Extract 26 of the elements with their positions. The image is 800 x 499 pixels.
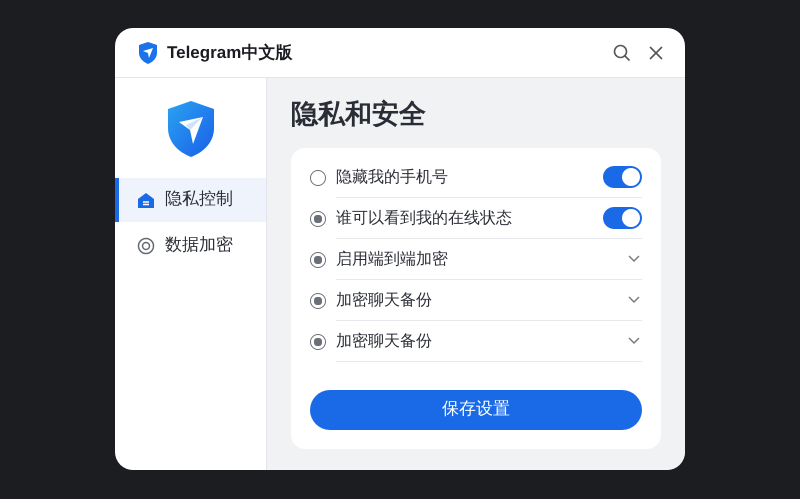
radio-button[interactable] (310, 210, 326, 226)
chevron-down-icon[interactable] (628, 255, 640, 263)
setting-label: 加密聊天备份 (336, 330, 433, 352)
home-icon (137, 192, 155, 208)
radio-button[interactable] (310, 252, 326, 268)
search-icon[interactable] (613, 44, 631, 62)
radio-button[interactable] (310, 170, 326, 186)
setting-label: 启用端到端加密 (336, 248, 449, 270)
setting-label: 隐藏我的手机号 (336, 166, 449, 188)
save-button[interactable]: 保存设置 (310, 390, 642, 430)
radio-button[interactable] (310, 292, 326, 308)
toggle-switch[interactable] (603, 166, 642, 188)
setting-label: 加密聊天备份 (336, 289, 433, 311)
setting-label: 谁可以看到我的在线状态 (336, 207, 513, 229)
target-icon (137, 237, 155, 255)
sidebar-item[interactable]: 隐私控制 (115, 178, 266, 222)
shield-logo-icon (166, 100, 216, 158)
chevron-down-icon[interactable] (628, 296, 640, 304)
page-heading: 隐私和安全 (291, 98, 427, 132)
radio-button[interactable] (310, 334, 326, 350)
window-title: Telegram中文版 (167, 42, 292, 64)
chevron-down-icon[interactable] (628, 337, 640, 345)
toggle-switch[interactable] (603, 207, 642, 229)
shield-icon (137, 40, 159, 64)
sidebar-item[interactable]: 数据加密 (115, 224, 266, 268)
close-icon[interactable] (649, 46, 663, 60)
